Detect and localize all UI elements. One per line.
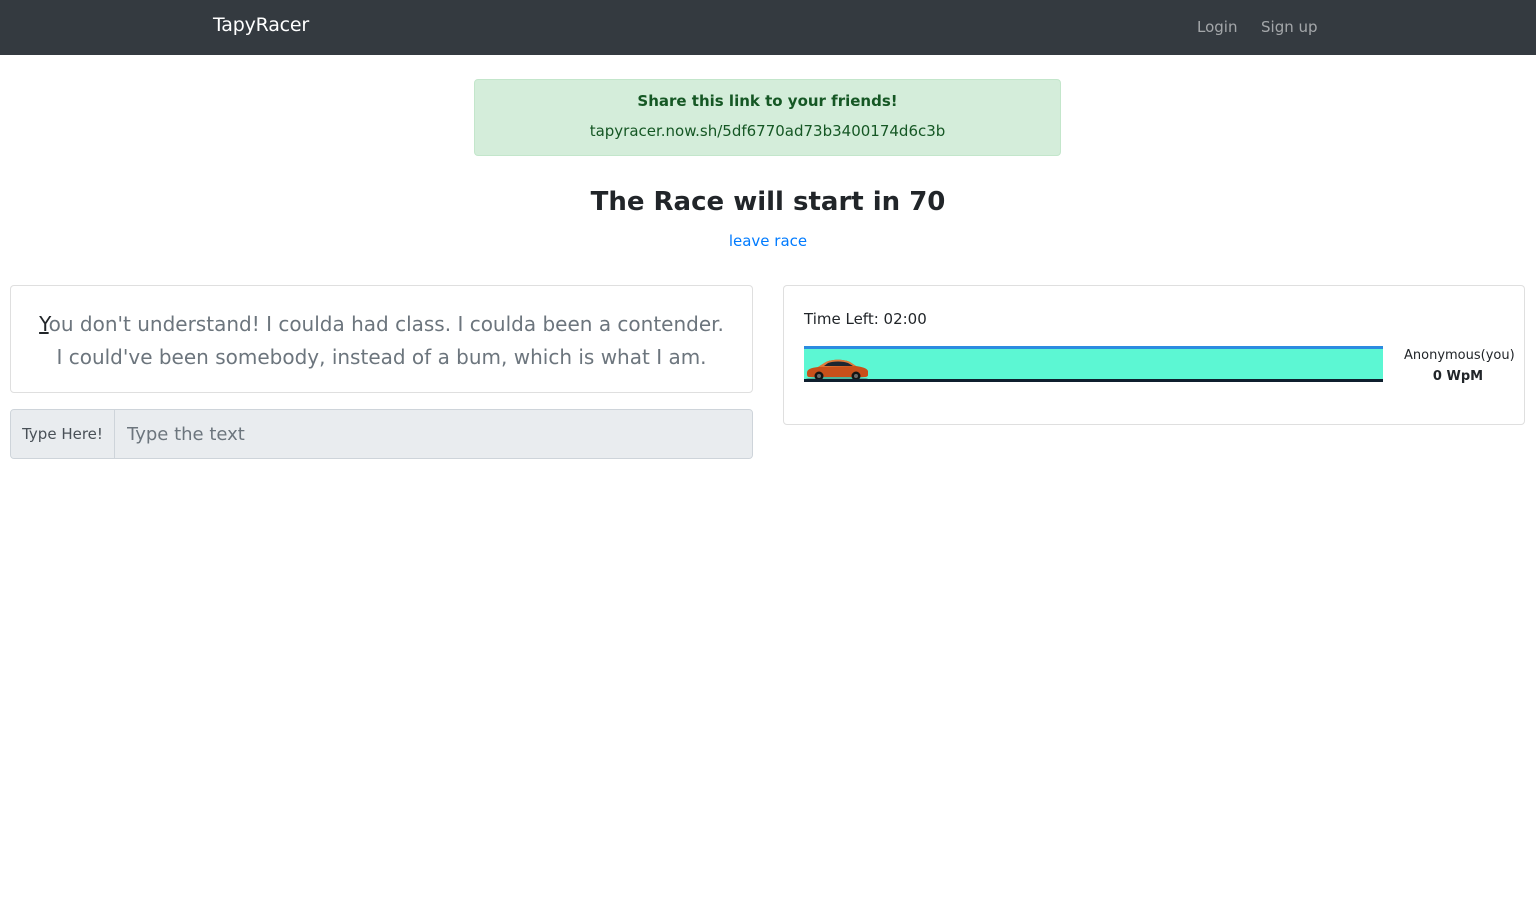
leave-race-container: leave race <box>0 232 1536 250</box>
time-left-label: Time Left: 02:00 <box>804 310 927 328</box>
race-progress-card: Time Left: 02:00 Anonymous(you) 0 WpM <box>783 285 1525 425</box>
brand-logo-link[interactable]: TapyRacer <box>213 14 309 36</box>
car-icon <box>806 359 868 379</box>
typing-input[interactable] <box>115 410 752 458</box>
racer-name: Anonymous(you) <box>1404 348 1515 363</box>
share-alert-title: Share this link to your friends! <box>637 92 898 110</box>
race-countdown-heading: The Race will start in 70 <box>590 187 946 217</box>
type-here-label: Type Here! <box>11 410 115 458</box>
typing-input-group: Type Here! <box>10 409 753 459</box>
top-navbar: TapyRacer Login Sign up <box>0 0 1536 55</box>
race-track <box>804 346 1383 382</box>
signup-link[interactable]: Sign up <box>1261 18 1318 36</box>
leave-race-link[interactable]: leave race <box>729 232 807 250</box>
share-link-url[interactable]: tapyracer.now.sh/5df6770ad73b3400174d6c3… <box>475 122 1060 140</box>
quote-text: You don't understand! I coulda had class… <box>35 308 728 374</box>
login-link[interactable]: Login <box>1197 18 1237 36</box>
remaining-quote-text: ou don't understand! I coulda had class.… <box>48 312 724 369</box>
share-link-alert: Share this link to your friends! tapyrac… <box>474 79 1061 156</box>
current-character: Y <box>39 312 49 336</box>
quote-card: You don't understand! I coulda had class… <box>10 285 753 393</box>
racer-wpm: 0 WpM <box>1432 369 1484 384</box>
